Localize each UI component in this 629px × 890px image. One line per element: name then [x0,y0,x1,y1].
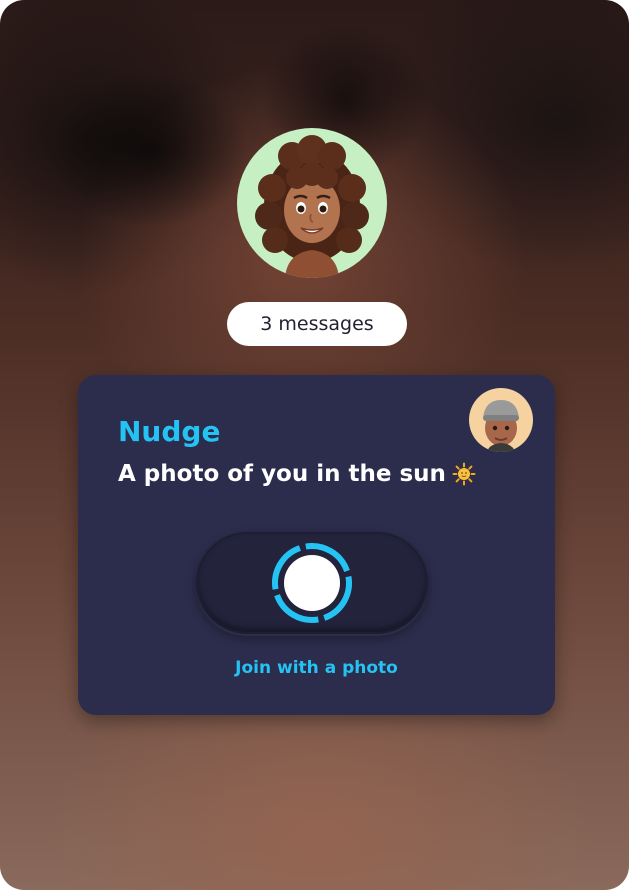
nudge-prompt-row: A photo of you in the sun [118,461,476,487]
messages-count-badge[interactable]: 3 messages [227,302,407,346]
sun-emoji-icon [452,462,476,486]
capture-photo-button[interactable] [196,532,428,634]
card-title: Nudge [118,415,221,448]
messages-count-label: 3 messages [260,313,374,335]
shutter-button-icon [272,543,352,623]
memoji-curly-hair-icon [255,135,369,278]
nudge-prompt-text: A photo of you in the sun [118,461,446,487]
profile-avatar[interactable] [237,128,387,278]
background-photo: 3 messages Nudge A photo of you in the s… [0,0,629,890]
sender-avatar[interactable] [469,388,533,452]
memoji-beanie-icon [483,400,519,452]
join-with-photo-link[interactable]: Join with a photo [78,658,555,678]
nudge-card: Nudge A photo of you in the sun Join wit… [78,375,555,715]
